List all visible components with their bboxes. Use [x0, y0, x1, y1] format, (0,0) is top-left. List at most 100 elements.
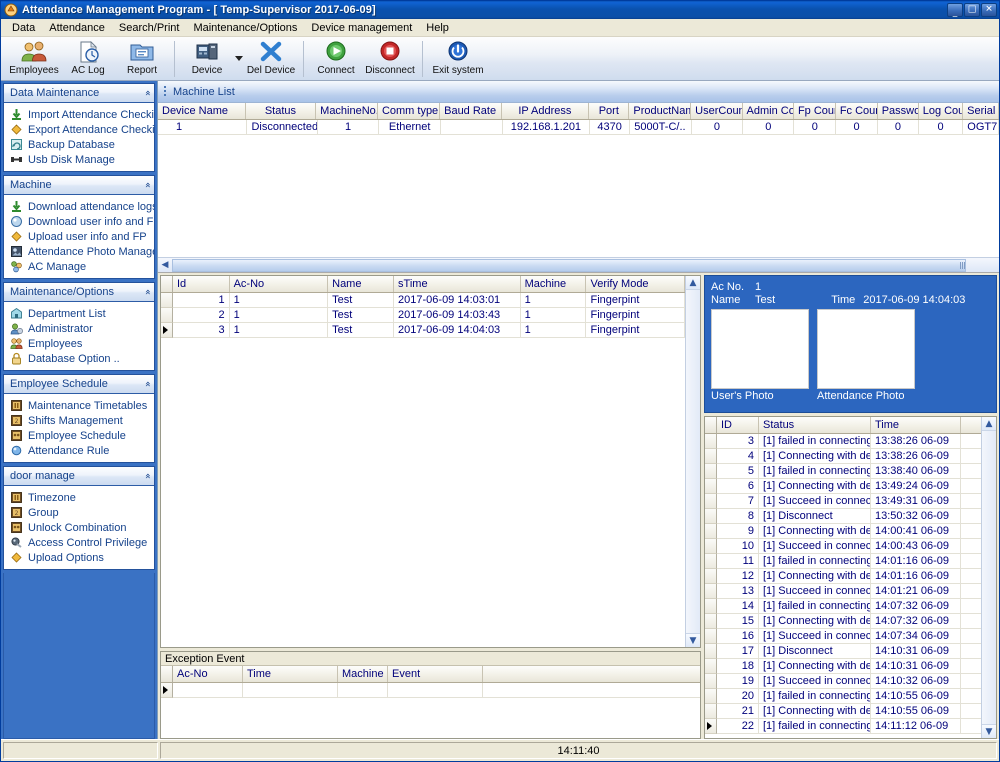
table-row[interactable]: 1 1 Test 2017-06-09 14:03:01 1 Fingerpin… — [173, 293, 685, 308]
table-row[interactable]: 6[1] Connecting with device,pl13:49:24 0… — [717, 479, 981, 494]
drag-grip-icon[interactable] — [162, 85, 168, 99]
log-row-selector[interactable] — [705, 629, 717, 644]
table-row[interactable]: 10[1] Succeed in connecting wi14:00:43 0… — [717, 539, 981, 554]
log-row-selector[interactable] — [705, 584, 717, 599]
sidebar-item-employees[interactable]: Employees — [4, 336, 154, 351]
log-row-selector[interactable] — [705, 689, 717, 704]
column-header-stime[interactable]: sTime — [394, 276, 521, 292]
column-header-admin-count[interactable]: Admin Count — [743, 103, 794, 119]
records-row-selector[interactable] — [161, 308, 173, 323]
toolbar-connect-button[interactable]: Connect — [309, 38, 363, 80]
sidebar-item-database-option[interactable]: Database Option .. — [4, 351, 154, 366]
sidebar-panel-header-employee-schedule[interactable]: Employee Schedule « — [4, 375, 154, 394]
scroll-thumb[interactable] — [172, 259, 966, 272]
machine-list-horizontal-scrollbar[interactable]: ◀ — [158, 257, 999, 272]
column-header-time[interactable]: Time — [243, 666, 338, 682]
table-row[interactable]: 1 Disconnected 1 Ethernet 192.168.1.201 … — [158, 120, 999, 135]
sidebar-item-upload-options[interactable]: Upload Options — [4, 550, 154, 565]
log-row-selector[interactable] — [705, 554, 717, 569]
records-row-selector[interactable] — [161, 293, 173, 308]
column-header-product-name[interactable]: ProductName — [629, 103, 691, 119]
toolbar-device-button[interactable]: Device — [180, 38, 234, 80]
log-row-selector[interactable] — [705, 569, 717, 584]
sidebar-item-upload-user-info-and-fp[interactable]: Upload user info and FP — [4, 229, 154, 244]
sidebar-item-timezone[interactable]: Timezone — [4, 490, 154, 505]
toolbar-employees-button[interactable]: Employees — [7, 38, 61, 80]
menu-item-device-management[interactable]: Device management — [304, 20, 419, 36]
column-header-ip-address[interactable]: IP Address — [502, 103, 590, 119]
table-row[interactable]: 12[1] Connecting with device,pl14:01:16 … — [717, 569, 981, 584]
log-row-selector[interactable] — [705, 524, 717, 539]
table-row[interactable]: 11[1] failed in connecting with d14:01:1… — [717, 554, 981, 569]
scroll-left-arrow-icon[interactable]: ◀ — [158, 260, 172, 270]
toolbar-disconnect-button[interactable]: Disconnect — [363, 38, 417, 80]
column-header-fc-count[interactable]: Fc Count — [836, 103, 878, 119]
scroll-track[interactable] — [172, 259, 999, 272]
table-row[interactable]: 2 1 Test 2017-06-09 14:03:43 1 Fingerpin… — [173, 308, 685, 323]
column-header-id[interactable]: Id — [173, 276, 230, 292]
log-row-selector[interactable] — [705, 464, 717, 479]
table-row[interactable]: 3[1] failed in connecting with d13:38:26… — [717, 434, 981, 449]
log-row-selector[interactable] — [705, 509, 717, 524]
table-row[interactable] — [173, 683, 700, 698]
sidebar-panel-header-maintenance-options[interactable]: Maintenance/Options « — [4, 283, 154, 302]
log-row-selector[interactable] — [705, 659, 717, 674]
table-row[interactable]: 20[1] failed in connecting with d14:10:5… — [717, 689, 981, 704]
sidebar-item-download-user-info-and-fp[interactable]: Download user info and Fp — [4, 214, 154, 229]
table-row[interactable]: 22[1] failed in connecting with d14:11:1… — [717, 719, 981, 734]
column-header-log-status[interactable]: Status — [759, 417, 871, 433]
log-row-selector[interactable] — [705, 644, 717, 659]
collapse-chevron-icon[interactable]: « — [142, 289, 152, 295]
device-dropdown-caret[interactable] — [234, 38, 244, 80]
sidebar-item-attendance-photo-management[interactable]: Attendance Photo Management — [4, 244, 154, 259]
toolbar-exit-system-button[interactable]: Exit system — [428, 38, 488, 80]
log-row-selector[interactable] — [705, 494, 717, 509]
collapse-chevron-icon[interactable]: « — [142, 473, 152, 479]
close-button[interactable]: ✕ — [981, 3, 997, 17]
menu-item-help[interactable]: Help — [419, 20, 456, 36]
column-header-ac-no[interactable]: Ac-No — [173, 666, 243, 682]
log-row-selector[interactable] — [705, 599, 717, 614]
log-row-selector[interactable] — [705, 674, 717, 689]
records-vertical-scrollbar[interactable]: ▲ ▼ — [685, 276, 700, 647]
sidebar-item-employee-schedule[interactable]: Employee Schedule — [4, 428, 154, 443]
column-header-device-name[interactable]: Device Name — [158, 103, 246, 119]
sidebar-item-administrator[interactable]: Administrator — [4, 321, 154, 336]
column-header-user-count[interactable]: UserCount — [691, 103, 742, 119]
log-row-selector[interactable] — [705, 434, 717, 449]
sidebar-item-maintenance-timetables[interactable]: Maintenance Timetables — [4, 398, 154, 413]
log-row-selector[interactable] — [705, 539, 717, 554]
table-row[interactable]: 5[1] failed in connecting with d13:38:40… — [717, 464, 981, 479]
log-row-selector[interactable] — [705, 449, 717, 464]
exception-row-selector[interactable] — [161, 683, 173, 698]
log-row-selector[interactable] — [705, 614, 717, 629]
sidebar-item-import-attendance-checking-data[interactable]: Import Attendance Checking Data — [4, 107, 154, 122]
column-header-password[interactable]: Passwo .. — [878, 103, 919, 119]
table-row[interactable]: 16[1] Succeed in connecting wi14:07:34 0… — [717, 629, 981, 644]
table-row[interactable]: 14[1] failed in connecting with d14:07:3… — [717, 599, 981, 614]
sidebar-item-unlock-combination[interactable]: Unlock Combination — [4, 520, 154, 535]
sidebar-item-backup-database[interactable]: Backup Database — [4, 137, 154, 152]
column-header-verify-mode[interactable]: Verify Mode — [586, 276, 685, 292]
column-header-baud-rate[interactable]: Baud Rate — [440, 103, 502, 119]
column-header-status[interactable]: Status — [246, 103, 316, 119]
sidebar-item-ac-manage[interactable]: AC Manage — [4, 259, 154, 274]
log-row-selector[interactable] — [705, 704, 717, 719]
scroll-down-arrow-icon[interactable]: ▼ — [982, 724, 996, 738]
sidebar-item-department-list[interactable]: Department List — [4, 306, 154, 321]
toolbar-ac-log-button[interactable]: AC Log — [61, 38, 115, 80]
scroll-down-arrow-icon[interactable]: ▼ — [686, 633, 700, 647]
toolbar-report-button[interactable]: Report — [115, 38, 169, 80]
table-row[interactable]: 9[1] Connecting with device,pl14:00:41 0… — [717, 524, 981, 539]
sidebar-item-usb-disk-manage[interactable]: Usb Disk Manage — [4, 152, 154, 167]
sidebar-item-attendance-rule[interactable]: Attendance Rule — [4, 443, 154, 458]
sidebar-item-export-attendance-checking-data[interactable]: Export Attendance Checking Data — [4, 122, 154, 137]
column-header-log-id[interactable]: ID — [717, 417, 759, 433]
sidebar-panel-header-machine[interactable]: Machine « — [4, 176, 154, 195]
scroll-track[interactable] — [686, 290, 700, 633]
table-row[interactable]: 3 1 Test 2017-06-09 14:04:03 1 Fingerpin… — [173, 323, 685, 338]
minimize-button[interactable]: _ — [947, 3, 963, 17]
column-header-machine-no[interactable]: MachineNo. — [316, 103, 378, 119]
column-header-name[interactable]: Name — [328, 276, 394, 292]
sidebar-item-access-control-privilege[interactable]: Access Control Privilege — [4, 535, 154, 550]
